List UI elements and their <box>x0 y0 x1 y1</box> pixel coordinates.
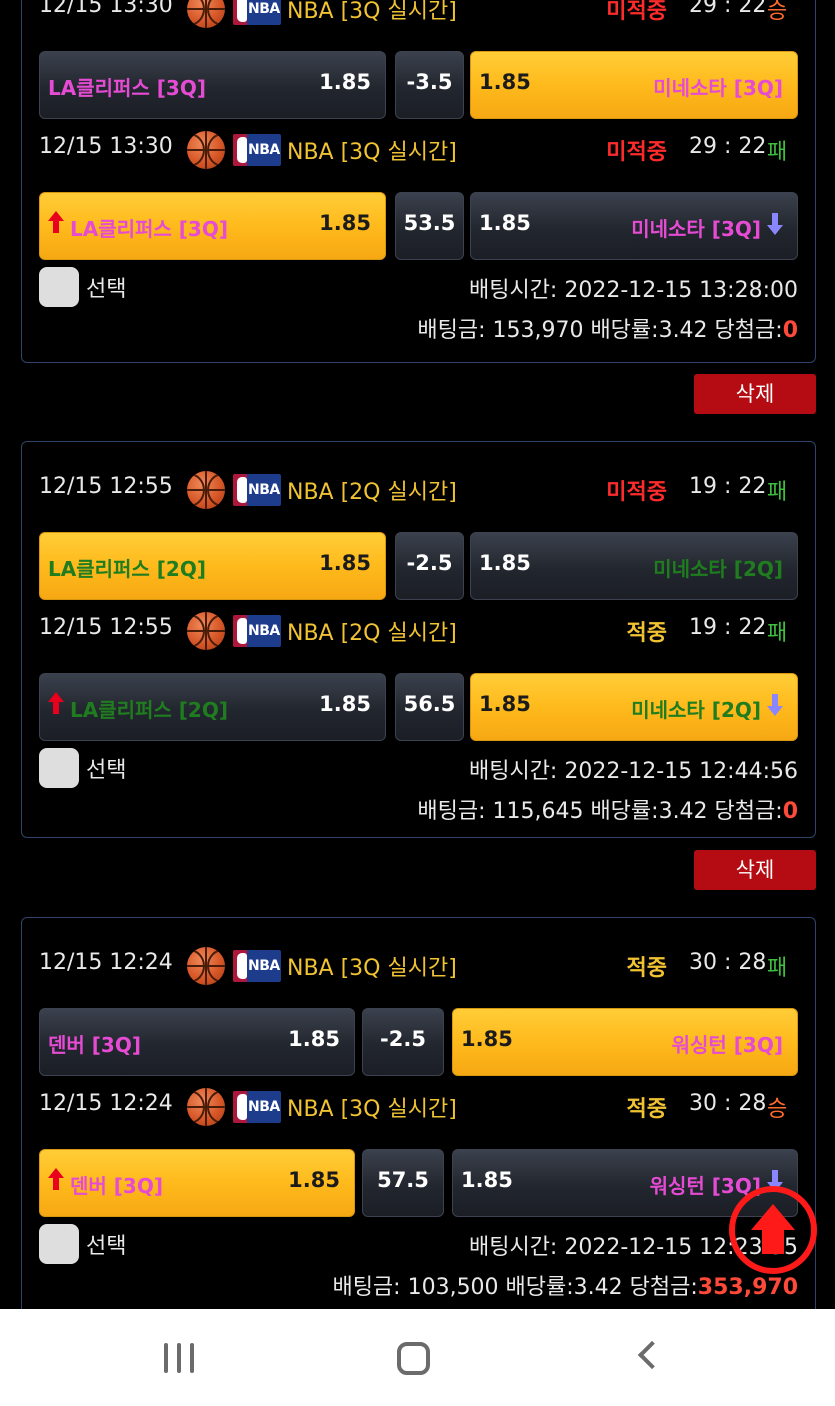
delete-button[interactable]: 삭제 <box>694 850 816 890</box>
payout-amount: 353,970 <box>697 1275 798 1300</box>
payout-amount: 0 <box>782 318 798 343</box>
android-nav-bar <box>0 1309 835 1406</box>
bet-amount-odds-text: 배팅금: 103,500 배당률:3.42 당첨금: <box>332 1275 698 1300</box>
bet-slip-card: 12/15 13:30 NBA NBA [3Q 실시간] 미적중 29 : 22 승 LA클… <box>21 0 816 363</box>
recent-apps-icon[interactable] <box>162 1343 196 1373</box>
select-checkbox-label: 선택 <box>86 758 127 783</box>
bet-summary: 배팅금: 103,500 배당률:3.42 당첨금:353,970 <box>332 1269 798 1301</box>
bet-amount-odds-text: 배팅금: 115,645 배당률:3.42 당첨금: <box>417 799 783 824</box>
bet-slip-footer: 선택 배팅시간: 2022-12-15 12:23:55 배팅금: 103,500 … <box>22 918 815 1336</box>
bet-slip-card: 12/15 12:24 NBA NBA [3Q 실시간] 적중 30 : 28 패 덴버 [… <box>21 917 816 1337</box>
bet-summary: 배팅금: 153,970 배당률:3.42 당첨금:0 <box>417 312 798 344</box>
select-checkbox[interactable] <box>39 748 79 788</box>
select-checkbox[interactable] <box>39 1224 79 1264</box>
home-icon[interactable] <box>397 1342 430 1375</box>
bet-slip-card: 12/15 12:55 NBA NBA [2Q 실시간] 미적중 19 : 22 패 LA클… <box>21 441 816 838</box>
bet-time: 배팅시간: 2022-12-15 12:44:56 <box>468 759 798 784</box>
select-checkbox-label: 선택 <box>86 1234 127 1259</box>
back-icon[interactable] <box>637 1340 667 1370</box>
select-checkbox[interactable] <box>39 267 79 307</box>
scroll-to-top-button[interactable] <box>729 1186 817 1274</box>
select-checkbox-label: 선택 <box>86 277 127 302</box>
bet-amount-odds-text: 배팅금: 153,970 배당률:3.42 당첨금: <box>417 318 783 343</box>
bet-summary: 배팅금: 115,645 배당률:3.42 당첨금:0 <box>417 793 798 825</box>
payout-amount: 0 <box>782 799 798 824</box>
bet-slip-footer: 선택 배팅시간: 2022-12-15 13:28:00 배팅금: 153,970 … <box>22 0 815 362</box>
bet-time: 배팅시간: 2022-12-15 13:28:00 <box>468 278 798 303</box>
delete-button[interactable]: 삭제 <box>694 374 816 414</box>
bet-slip-footer: 선택 배팅시간: 2022-12-15 12:44:56 배팅금: 115,645 … <box>22 442 815 837</box>
